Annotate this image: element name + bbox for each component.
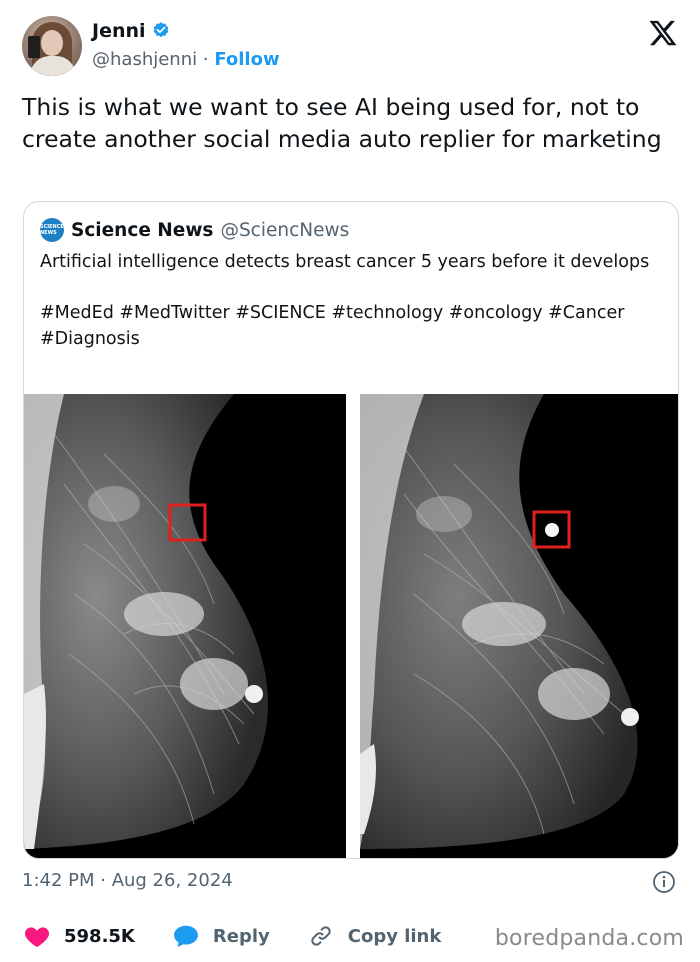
tweet-timestamp[interactable]: 1:42 PM · Aug 26, 2024 [22,870,233,891]
quoted-author-handle: @SciencNews [220,219,350,241]
reply-bubble-icon [173,925,198,948]
like-count: 598.5K [64,925,135,947]
reply-label: Reply [212,925,270,947]
author-handle[interactable]: @hashjenni [92,49,197,70]
mammogram-left [24,394,346,858]
tweet-actions: 598.5K Reply Copy link [24,922,479,950]
avatar[interactable] [22,16,82,76]
mammogram-comparison-graphic [24,394,678,858]
mammogram-right [360,394,678,858]
tweet-header: Jenni @hashjenni · Follow [22,16,682,78]
follow-button[interactable]: Follow [214,49,279,70]
like-button[interactable]: 598.5K [24,924,135,948]
copy-link-label: Copy link [347,925,442,947]
info-icon[interactable] [652,870,676,894]
author-handle-row: @hashjenni · Follow [92,49,280,70]
separator-dot: · [202,49,209,70]
copy-link-button[interactable]: Copy link [308,924,442,948]
mammogram-image[interactable] [24,394,678,858]
science-news-logo-icon: SCIENCE NEWS [40,218,64,242]
tweet-text: This is what we want to see AI being use… [22,93,662,153]
link-icon [311,926,331,946]
quoted-tweet[interactable]: SCIENCE NEWS Science News @SciencNews Ar… [23,201,679,859]
reply-button[interactable]: Reply [173,924,270,948]
quoted-tweet-header: SCIENCE NEWS Science News @SciencNews [40,218,349,242]
x-logo-icon[interactable] [648,18,678,48]
verified-badge-icon [153,22,168,38]
quoted-author-name: Science News [71,219,214,241]
author-name-row: Jenni [92,20,171,42]
quoted-tweet-text: Artificial intelligence detects breast c… [40,252,650,349]
heart-icon [24,927,50,948]
author-name[interactable]: Jenni [92,20,146,42]
watermark: boredpanda.com [494,926,684,951]
